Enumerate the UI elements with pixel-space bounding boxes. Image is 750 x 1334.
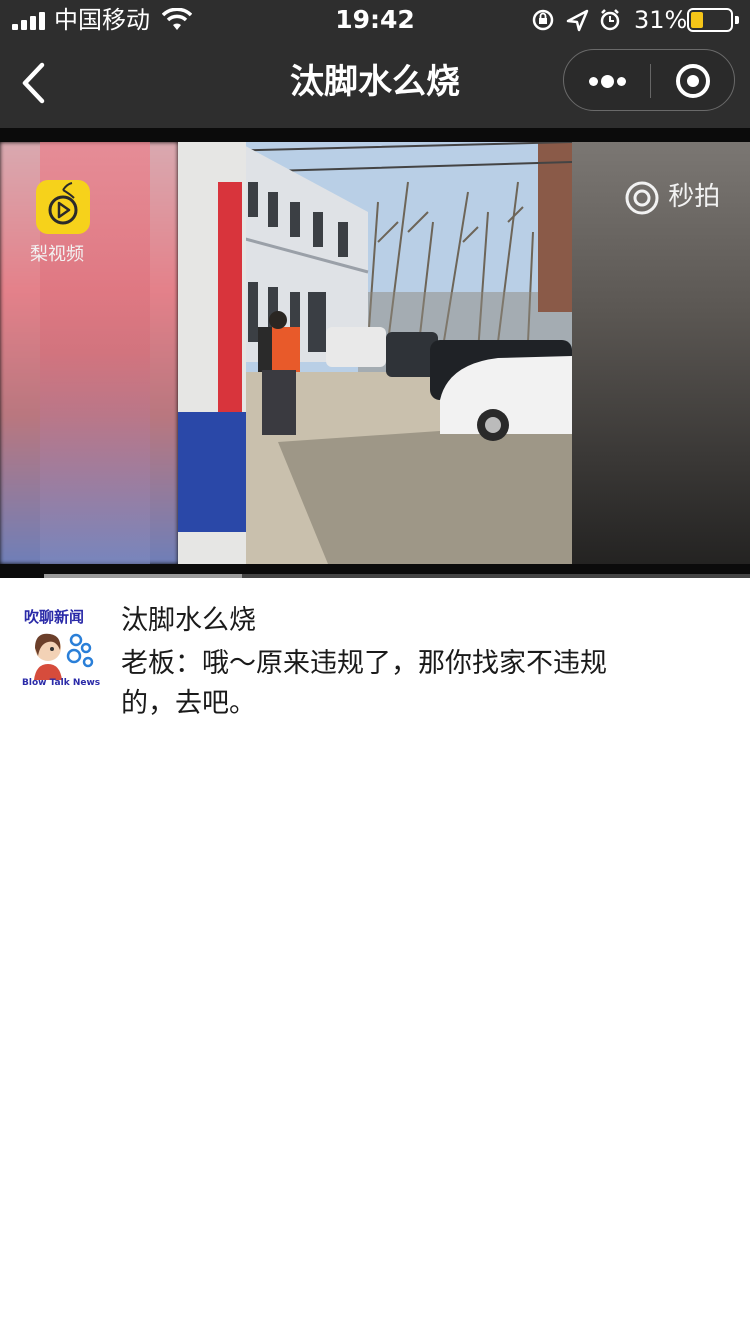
post-title: 汰脚水么烧	[121, 605, 256, 636]
mini-program-capsule	[563, 49, 735, 111]
close-target-icon[interactable]	[650, 50, 736, 112]
video-player[interactable]: 梨视频 秒拍	[0, 128, 750, 578]
video-scene	[178, 142, 572, 564]
battery-level	[691, 12, 703, 28]
status-bar: 中国移动 19:42 31%	[0, 0, 750, 40]
video-frame: 梨视频 秒拍	[0, 142, 750, 564]
battery-icon	[687, 8, 733, 32]
post-body: 老板：哦～原来违规了，那你找家不违规的，去吧。	[121, 648, 607, 719]
pear-video-logo-icon	[36, 180, 90, 234]
avatar-title: 吹聊新闻	[24, 608, 85, 626]
video-progress-fill	[44, 574, 242, 578]
orientation-lock-icon	[532, 9, 554, 31]
location-icon	[566, 9, 589, 32]
battery-cap	[735, 16, 739, 24]
battery-percent: 31%	[634, 6, 688, 34]
nav-bar: 汰脚水么烧	[0, 40, 750, 128]
avatar[interactable]: 吹聊新闻 Blow Talk News	[22, 606, 101, 690]
miaopai-watermark-text: 秒拍	[668, 182, 721, 212]
more-button[interactable]	[564, 50, 650, 112]
alarm-icon	[600, 9, 620, 31]
miaopai-logo-icon	[625, 181, 659, 214]
status-icons	[532, 9, 620, 32]
pear-video-watermark: 梨视频	[30, 244, 84, 265]
miaopai-watermark: 秒拍	[624, 176, 720, 216]
avatar-subtitle: Blow Talk News	[22, 678, 101, 688]
avatar-illustration	[34, 633, 94, 680]
